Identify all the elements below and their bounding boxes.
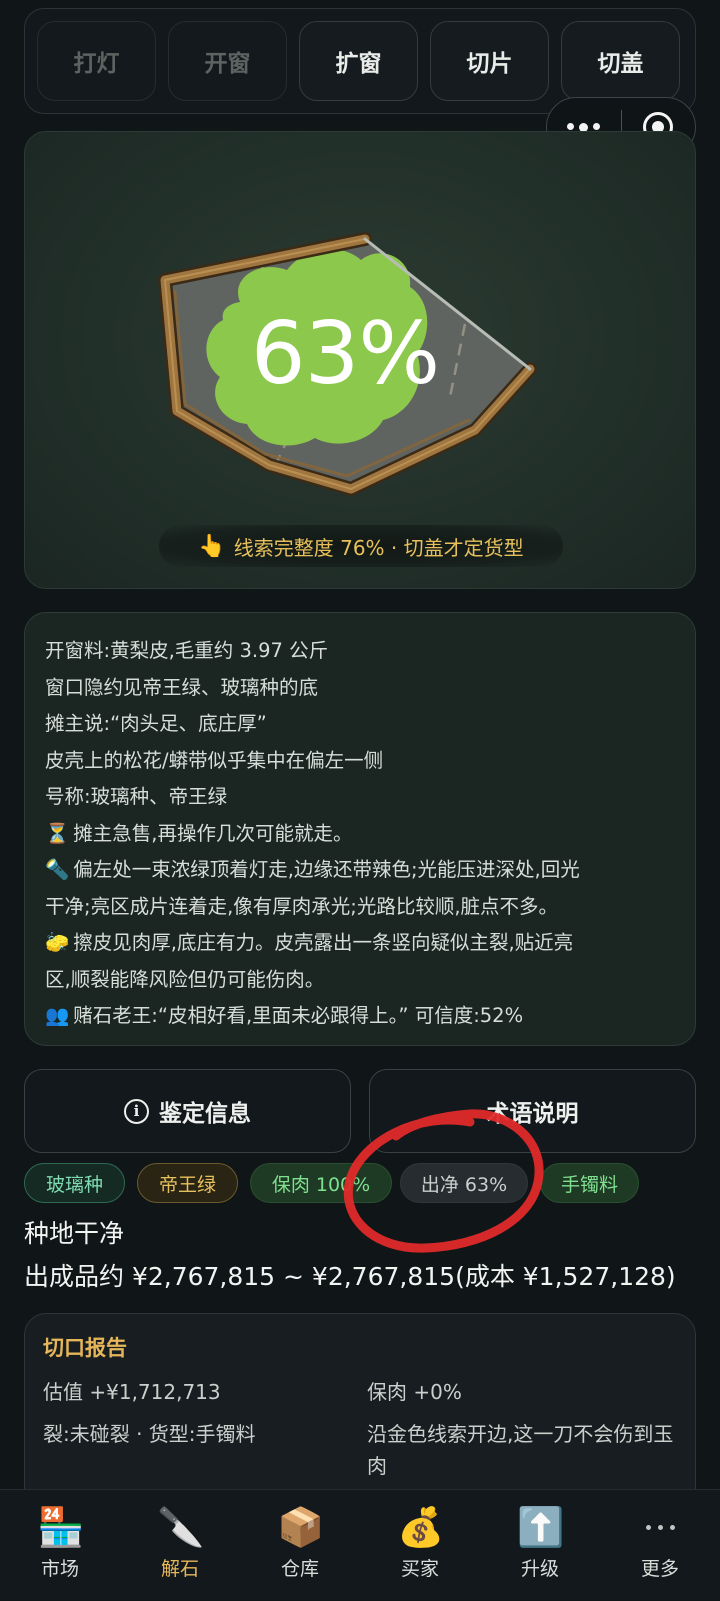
- nav-buyers[interactable]: 💰 买家: [360, 1490, 480, 1601]
- glossary-label: 术语说明: [486, 1101, 579, 1127]
- info-line: 干净;亮区成片连着走,像有厚肉承光;光路比较顺,脏点不多。: [45, 894, 559, 918]
- hourglass-icon: ⏳: [45, 821, 70, 845]
- slice-button[interactable]: 切片: [430, 21, 549, 101]
- stone-info-panel: 开窗料:黄梨皮,毛重约 3.97 公斤 窗口隐约见帝王绿、玻璃种的底 摊主说:“…: [24, 612, 696, 1046]
- info-line: ⏳ 摊主急售,再操作几次可能就走。: [45, 821, 353, 845]
- info-line: 开窗料:黄梨皮,毛重约 3.97 公斤: [45, 639, 329, 662]
- nav-label: 市场: [40, 1558, 79, 1580]
- tag-glass-type: 玻璃种: [24, 1163, 125, 1203]
- report-crack-type: 裂:未碰裂 · 货型:手镯料: [43, 1422, 256, 1446]
- info-line: 摊主说:“肉头足、底庄厚”: [45, 712, 267, 735]
- info-line: 🧽 擦皮见肉厚,底庄有力。皮壳露出一条竖向疑似主裂,贴近亮: [45, 931, 574, 954]
- report-title: 切口报告: [43, 1336, 127, 1360]
- nav-upgrade[interactable]: ⬆️ 升级: [480, 1490, 600, 1601]
- yield-estimate: 出成品约 ¥2,767,815 ~ ¥2,767,815(成本 ¥1,527,1…: [24, 1262, 676, 1291]
- stone-view[interactable]: 63% 👆 线索完整度 76% · 切盖才定货型: [24, 131, 696, 589]
- light-button[interactable]: 打灯: [37, 21, 156, 101]
- window-percent: 63%: [250, 304, 440, 404]
- up-arrow-icon: ⬆️: [517, 1505, 565, 1549]
- nav-label: 解石: [160, 1558, 199, 1580]
- tag-net-yield: 出净 63%: [400, 1163, 528, 1203]
- nav-cut-stone[interactable]: 🔪 解石: [120, 1490, 240, 1601]
- info-line: 窗口隐约见帝王绿、玻璃种的底: [45, 675, 319, 699]
- report-valuation: 估值 +¥1,712,713: [43, 1380, 221, 1404]
- info-line: 区,顺裂能降风险但仍可能伤肉。: [45, 967, 325, 991]
- cut-report-panel: 切口报告 估值 +¥1,712,713 保肉 +0% 裂:未碰裂 · 货型:手镯…: [24, 1313, 696, 1513]
- flashlight-icon: 🔦: [45, 858, 70, 881]
- sponge-icon: 🧽: [45, 931, 70, 954]
- appraisal-info-button[interactable]: i 鉴定信息: [24, 1069, 351, 1153]
- nav-label: 更多: [640, 1558, 679, 1580]
- more-icon: [637, 1504, 683, 1550]
- nav-label: 升级: [520, 1558, 559, 1580]
- nav-market[interactable]: 🏪 市场: [0, 1490, 120, 1601]
- info-line: 皮壳上的松花/蟒带似乎集中在偏左一侧: [45, 748, 384, 772]
- package-icon: 📦: [277, 1505, 325, 1549]
- people-icon: 👥: [45, 1004, 70, 1027]
- glossary-button[interactable]: 术语说明: [369, 1069, 696, 1153]
- pointing-hand-icon: 👆: [198, 533, 226, 559]
- nav-more[interactable]: 更多: [600, 1490, 720, 1601]
- cut-cap-button[interactable]: 切盖: [561, 21, 680, 101]
- expand-window-button[interactable]: 扩窗: [299, 21, 418, 101]
- info-line: 🔦 偏左处一束浓绿顶着灯走,边缘还带辣色;光能压进深处,回光: [45, 858, 580, 881]
- info-line: 号称:玻璃种、帝王绿: [45, 785, 228, 808]
- nav-warehouse[interactable]: 📦 仓库: [240, 1490, 360, 1601]
- nav-label: 买家: [400, 1558, 439, 1580]
- bottom-nav: 🏪 市场 🔪 解石 📦 仓库 💰 买家 ⬆️ 升级 更多: [0, 1489, 720, 1600]
- appraisal-label: 鉴定信息: [159, 1101, 251, 1127]
- tag-bangle-material: 手镯料: [540, 1163, 639, 1203]
- quality-text: 种地干净: [24, 1219, 125, 1248]
- report-advice: 沿金色线索开边,这一刀不会伤到玉肉: [367, 1422, 674, 1478]
- clue-hint-text: 线索完整度 76% · 切盖才定货型: [233, 535, 524, 560]
- money-bag-icon: 💰: [397, 1505, 445, 1549]
- knife-icon: 🔪: [157, 1505, 205, 1549]
- info-icon: i: [124, 1098, 149, 1124]
- clue-hint: 👆 线索完整度 76% · 切盖才定货型: [159, 525, 563, 567]
- open-window-button[interactable]: 开窗: [168, 21, 287, 101]
- report-keep-flesh: 保肉 +0%: [367, 1380, 462, 1404]
- tag-imperial-green: 帝王绿: [137, 1163, 238, 1203]
- tag-keep-flesh: 保肉 100%: [250, 1163, 392, 1203]
- store-icon: 🏪: [37, 1505, 85, 1549]
- nav-label: 仓库: [280, 1558, 319, 1580]
- info-line: 👥 赌石老王:“皮相好看,里面未必跟得上。” 可信度:52%: [45, 1004, 524, 1027]
